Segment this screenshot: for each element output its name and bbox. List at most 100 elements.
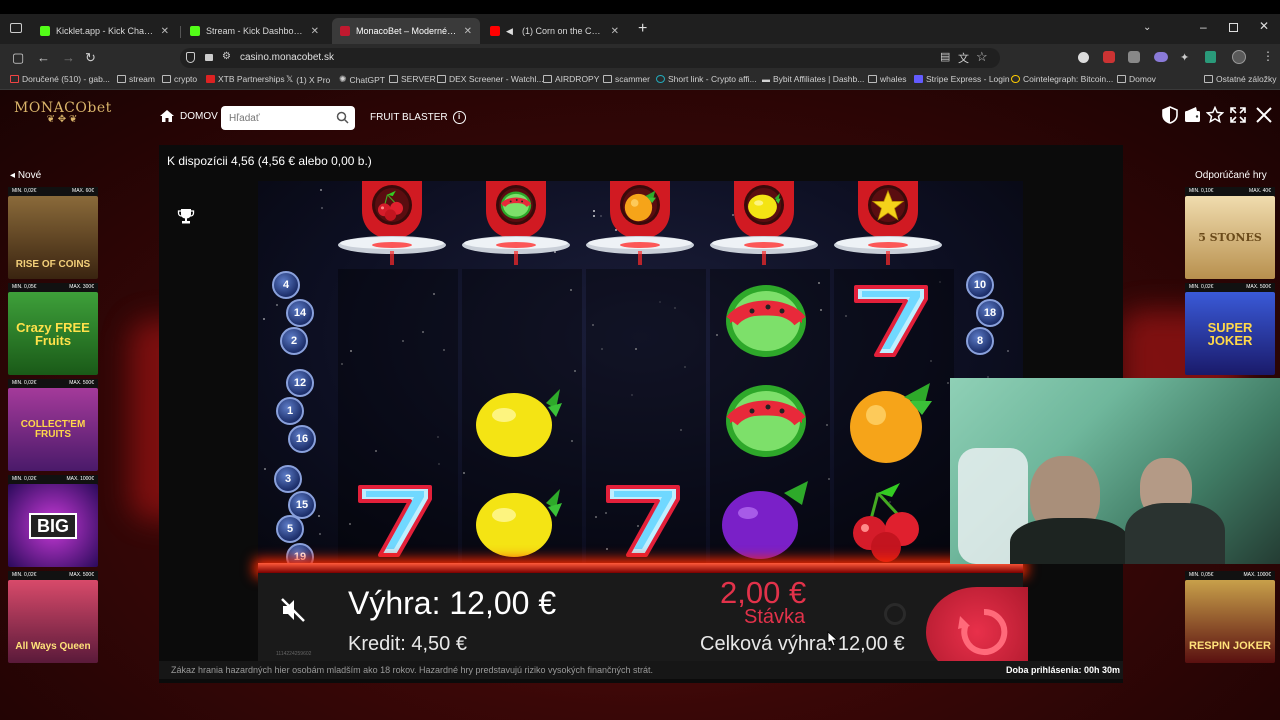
kick-favicon-icon xyxy=(40,26,50,36)
game-thumb[interactable]: MIN. 0,05€ MAX. 300€ Crazy FREE Fruits xyxy=(8,283,98,375)
extension-icon-2[interactable] xyxy=(1103,51,1115,63)
game-thumb[interactable]: MIN. 0,02€ MAX. 60€ RISE OF COINS xyxy=(8,187,98,279)
translate-icon[interactable]: ▤ xyxy=(940,50,950,63)
bookmark-folder[interactable]: stream xyxy=(117,74,155,84)
search-icon[interactable] xyxy=(336,111,349,124)
reel-symbol-watermelon-icon xyxy=(726,285,806,357)
bookmark-folder[interactable]: SERVER xyxy=(389,74,436,84)
bookmark-folder[interactable]: whales xyxy=(868,74,906,84)
bookmark-folder[interactable]: Ostatné záložky xyxy=(1204,74,1276,84)
extension-icon-3[interactable] xyxy=(1128,51,1140,63)
bookmark-folder[interactable]: AIRDROPY xyxy=(543,74,599,84)
site-settings-icon[interactable]: ⚙ xyxy=(222,51,231,62)
bookmark-label: scammer xyxy=(615,74,650,84)
minimize-button[interactable]: – xyxy=(1200,20,1207,34)
game-thumb[interactable]: MIN. 0,02€ MAX. 500€ COLLECT'EM FRUITS xyxy=(8,379,98,471)
reload-button[interactable]: ↻ xyxy=(85,50,96,66)
extension-icon-5[interactable] xyxy=(1205,51,1216,63)
wallet-icon[interactable] xyxy=(1184,106,1202,124)
forward-button[interactable]: → xyxy=(62,50,75,66)
back-button[interactable]: ← xyxy=(37,50,50,66)
info-icon[interactable]: i xyxy=(452,111,466,124)
profile-avatar[interactable] xyxy=(1232,50,1246,64)
bookmark-item[interactable]: Domov xyxy=(1117,74,1156,84)
bookmark-item[interactable]: DEX Screener - Watchl... xyxy=(437,74,544,84)
autoplay-icon[interactable] xyxy=(884,603,906,625)
bookmark-folder[interactable]: scammer xyxy=(603,74,650,84)
win-value: 12,00 € xyxy=(449,585,557,621)
close-icon[interactable]: ✕ xyxy=(161,26,169,37)
reel-symbol-seven-icon xyxy=(854,285,928,357)
bybit-icon: ▬ xyxy=(762,74,770,84)
game-thumb[interactable]: MIN. 0,02€ MAX. 500€ SUPER JOKER xyxy=(1185,283,1275,375)
search-box[interactable] xyxy=(221,106,355,130)
favorite-star-icon[interactable] xyxy=(1206,106,1224,124)
game-name: Crazy FREE Fruits xyxy=(16,319,90,348)
search-input[interactable] xyxy=(221,106,331,130)
limits-bar: MIN. 0,05€ MAX. 300€ xyxy=(8,283,98,292)
kick-favicon-icon xyxy=(190,26,200,36)
close-icon[interactable]: ✕ xyxy=(611,26,619,37)
trophy-icon[interactable] xyxy=(177,207,195,225)
payline-badge: 12 xyxy=(286,369,314,397)
game-round-id: 1114224259602 xyxy=(276,651,312,657)
min-bet: MIN. 0,02€ xyxy=(12,380,37,386)
chevron-down-icon[interactable]: ⌄ xyxy=(1143,22,1151,33)
tab-youtube[interactable]: ◀ (1) Corn on the Curb - You ✕ xyxy=(482,18,627,44)
tab-search-icon[interactable] xyxy=(10,23,22,33)
language-icon[interactable]: 文 xyxy=(958,50,969,66)
tab-kicklet[interactable]: Kicklet.app - Kick Chatbot and ✕ xyxy=(32,18,177,44)
bookmark-item[interactable]: ✺ ChatGPT xyxy=(339,74,385,85)
game-thumb[interactable]: MIN. 0,05€ MAX. 1000€ RESPIN JOKER xyxy=(1185,571,1275,663)
sidebar-toggle-icon[interactable]: ▢ xyxy=(12,50,24,66)
game-thumb[interactable]: MIN. 0,10€ MAX. 40€ 5 STONES xyxy=(1185,187,1275,279)
mute-icon[interactable] xyxy=(280,597,306,623)
tab-kick-dashboard[interactable]: Stream - Kick Dashboard ✕ xyxy=(182,18,327,44)
limits-bar: MIN. 0,02€ MAX. 1000€ xyxy=(8,475,98,484)
bookmark-item[interactable]: Doručené (510) - gab... xyxy=(10,74,110,84)
bookmark-item[interactable]: Cointelegraph: Bitcoin... xyxy=(1011,74,1113,84)
restore-button[interactable] xyxy=(1229,23,1238,32)
bookmark-item[interactable]: Stripe Express - Login xyxy=(914,74,1010,84)
extensions-puzzle-icon[interactable]: ✦ xyxy=(1180,51,1189,64)
total-win-label: Celková výhra: xyxy=(700,633,833,655)
close-icon[interactable]: ✕ xyxy=(311,26,319,37)
bookmark-item[interactable]: Short link - Crypto affi... xyxy=(656,74,757,84)
url-field[interactable]: casino.monacobet.sk xyxy=(180,48,1000,68)
extension-icon-1[interactable] xyxy=(1078,52,1089,63)
new-tab-button[interactable]: + xyxy=(638,20,647,38)
tab-monacobet[interactable]: MonacoBet – Moderné Online ✕ xyxy=(332,18,480,44)
limits-bar: MIN. 0,02€ MAX. 500€ xyxy=(8,379,98,388)
monacobet-logo[interactable]: MONACObet ❦ ✥ ❦ xyxy=(14,100,111,140)
game-thumb[interactable]: MIN. 0,02€ MAX. 500€ All Ways Queen xyxy=(8,571,98,663)
bookmark-star-icon[interactable]: ☆ xyxy=(976,49,988,65)
shield-icon[interactable] xyxy=(186,52,195,63)
extension-icon-4[interactable] xyxy=(1154,52,1168,62)
game-name: All Ways Queen xyxy=(15,640,91,652)
close-window-button[interactable]: ✕ xyxy=(1259,19,1269,33)
bookmark-folder[interactable]: crypto xyxy=(162,74,197,84)
bookmark-item[interactable]: ▬ Bybit Affiliates | Dashb... xyxy=(762,74,864,84)
fullscreen-icon[interactable] xyxy=(1229,106,1247,124)
new-games-title[interactable]: ◂ Nové xyxy=(10,170,41,181)
game-thumb[interactable]: MIN. 0,02€ MAX. 1000€ BIG xyxy=(8,475,98,567)
folder-icon xyxy=(1204,75,1213,83)
bookmark-item[interactable]: XTB Partnerships xyxy=(206,74,285,84)
bookmark-item[interactable]: 𝕏 (1) X Pro xyxy=(286,74,330,85)
menu-icon[interactable]: ⋮ xyxy=(1262,49,1274,63)
close-game-icon[interactable] xyxy=(1255,106,1273,124)
stake-label[interactable]: Stávka xyxy=(744,606,805,629)
min-bet: MIN. 0,05€ xyxy=(1189,572,1214,578)
limits-bar: MIN. 0,05€ MAX. 1000€ xyxy=(1185,571,1275,580)
shield-half-icon[interactable] xyxy=(1161,106,1179,124)
close-icon[interactable]: ✕ xyxy=(464,26,472,37)
max-bet: MAX. 500€ xyxy=(69,572,94,578)
nav-home-link[interactable]: DOMOV xyxy=(160,110,218,122)
max-bet: MAX. 60€ xyxy=(72,188,94,194)
lock-icon[interactable] xyxy=(205,54,213,61)
credit-value: 4,50 € xyxy=(411,633,467,655)
nav-home-label: DOMOV xyxy=(180,110,218,122)
ufo-star-icon xyxy=(834,181,942,265)
bookmark-label: ChatGPT xyxy=(349,74,385,85)
streamer-person-2-body xyxy=(1125,503,1225,564)
